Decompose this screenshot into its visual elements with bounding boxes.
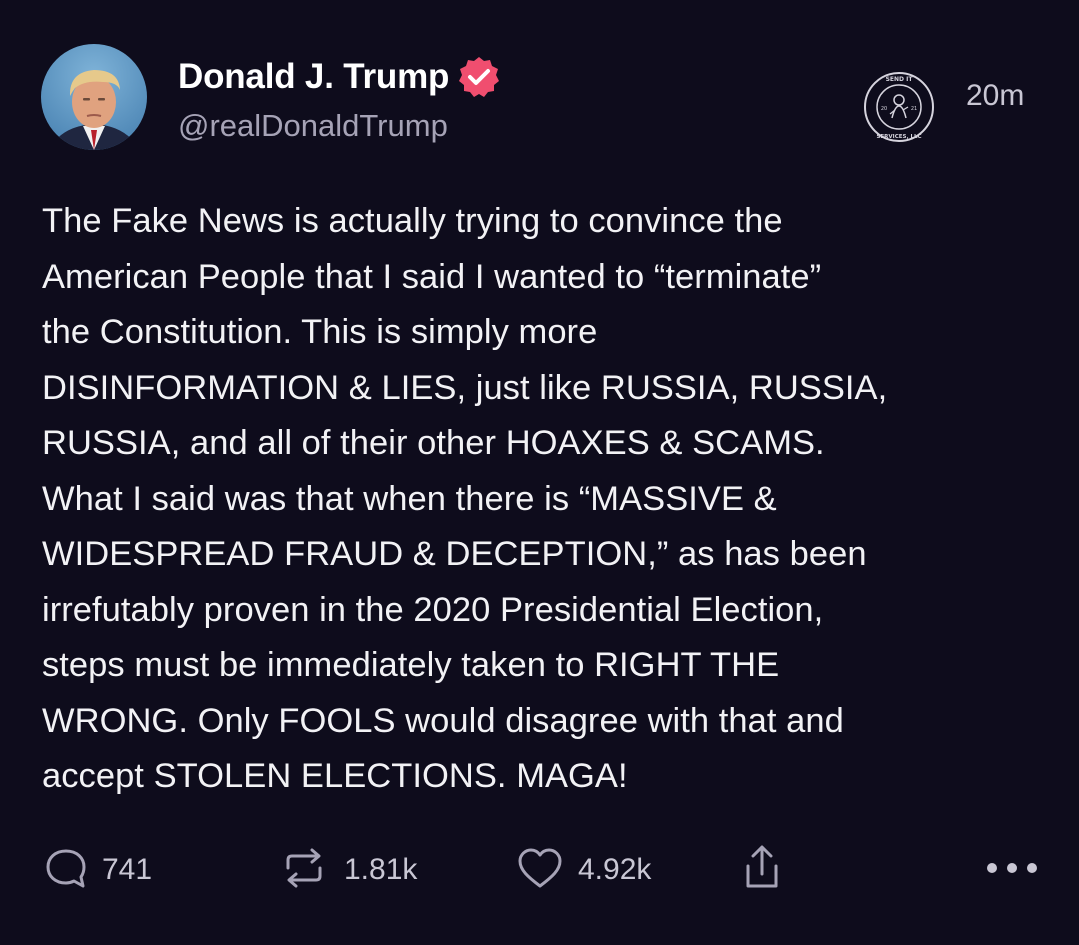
handle[interactable]: @realDonaldTrump xyxy=(178,108,448,144)
share-button[interactable] xyxy=(740,840,784,900)
avatar[interactable] xyxy=(41,44,147,150)
post-body-text: The Fake News is actually trying to conv… xyxy=(42,202,888,795)
reply-icon xyxy=(44,846,88,895)
svg-text:21: 21 xyxy=(911,106,917,112)
action-bar: 741 1.81k 4.92k xyxy=(0,840,1079,900)
svg-text:20: 20 xyxy=(881,106,887,112)
reply-count: 741 xyxy=(102,853,153,886)
retruth-count: 1.81k xyxy=(344,853,418,886)
post-timestamp[interactable]: 20m xyxy=(966,79,1024,113)
send-it-services-seal-icon: SEND IT SERVICES, LLC 20 21 xyxy=(862,70,936,144)
retruth-icon xyxy=(278,846,330,895)
retruth-button[interactable]: 1.81k xyxy=(278,840,417,900)
svg-text:SEND IT: SEND IT xyxy=(886,76,914,83)
reply-button[interactable]: 741 xyxy=(44,840,152,900)
more-options-button[interactable] xyxy=(984,840,1040,900)
more-icon xyxy=(984,858,1040,883)
post-card: Donald J. Trump @realDonaldTrump SEND IT… xyxy=(0,0,1079,945)
author-row: Donald J. Trump xyxy=(178,54,501,100)
verified-badge-icon xyxy=(457,55,501,99)
like-count: 4.92k xyxy=(578,853,652,886)
heart-icon xyxy=(516,846,564,895)
svg-text:SERVICES, LLC: SERVICES, LLC xyxy=(876,134,921,140)
like-button[interactable]: 4.92k xyxy=(516,840,651,900)
share-icon xyxy=(740,844,784,897)
display-name[interactable]: Donald J. Trump xyxy=(178,57,449,97)
avatar-photo xyxy=(41,44,147,150)
